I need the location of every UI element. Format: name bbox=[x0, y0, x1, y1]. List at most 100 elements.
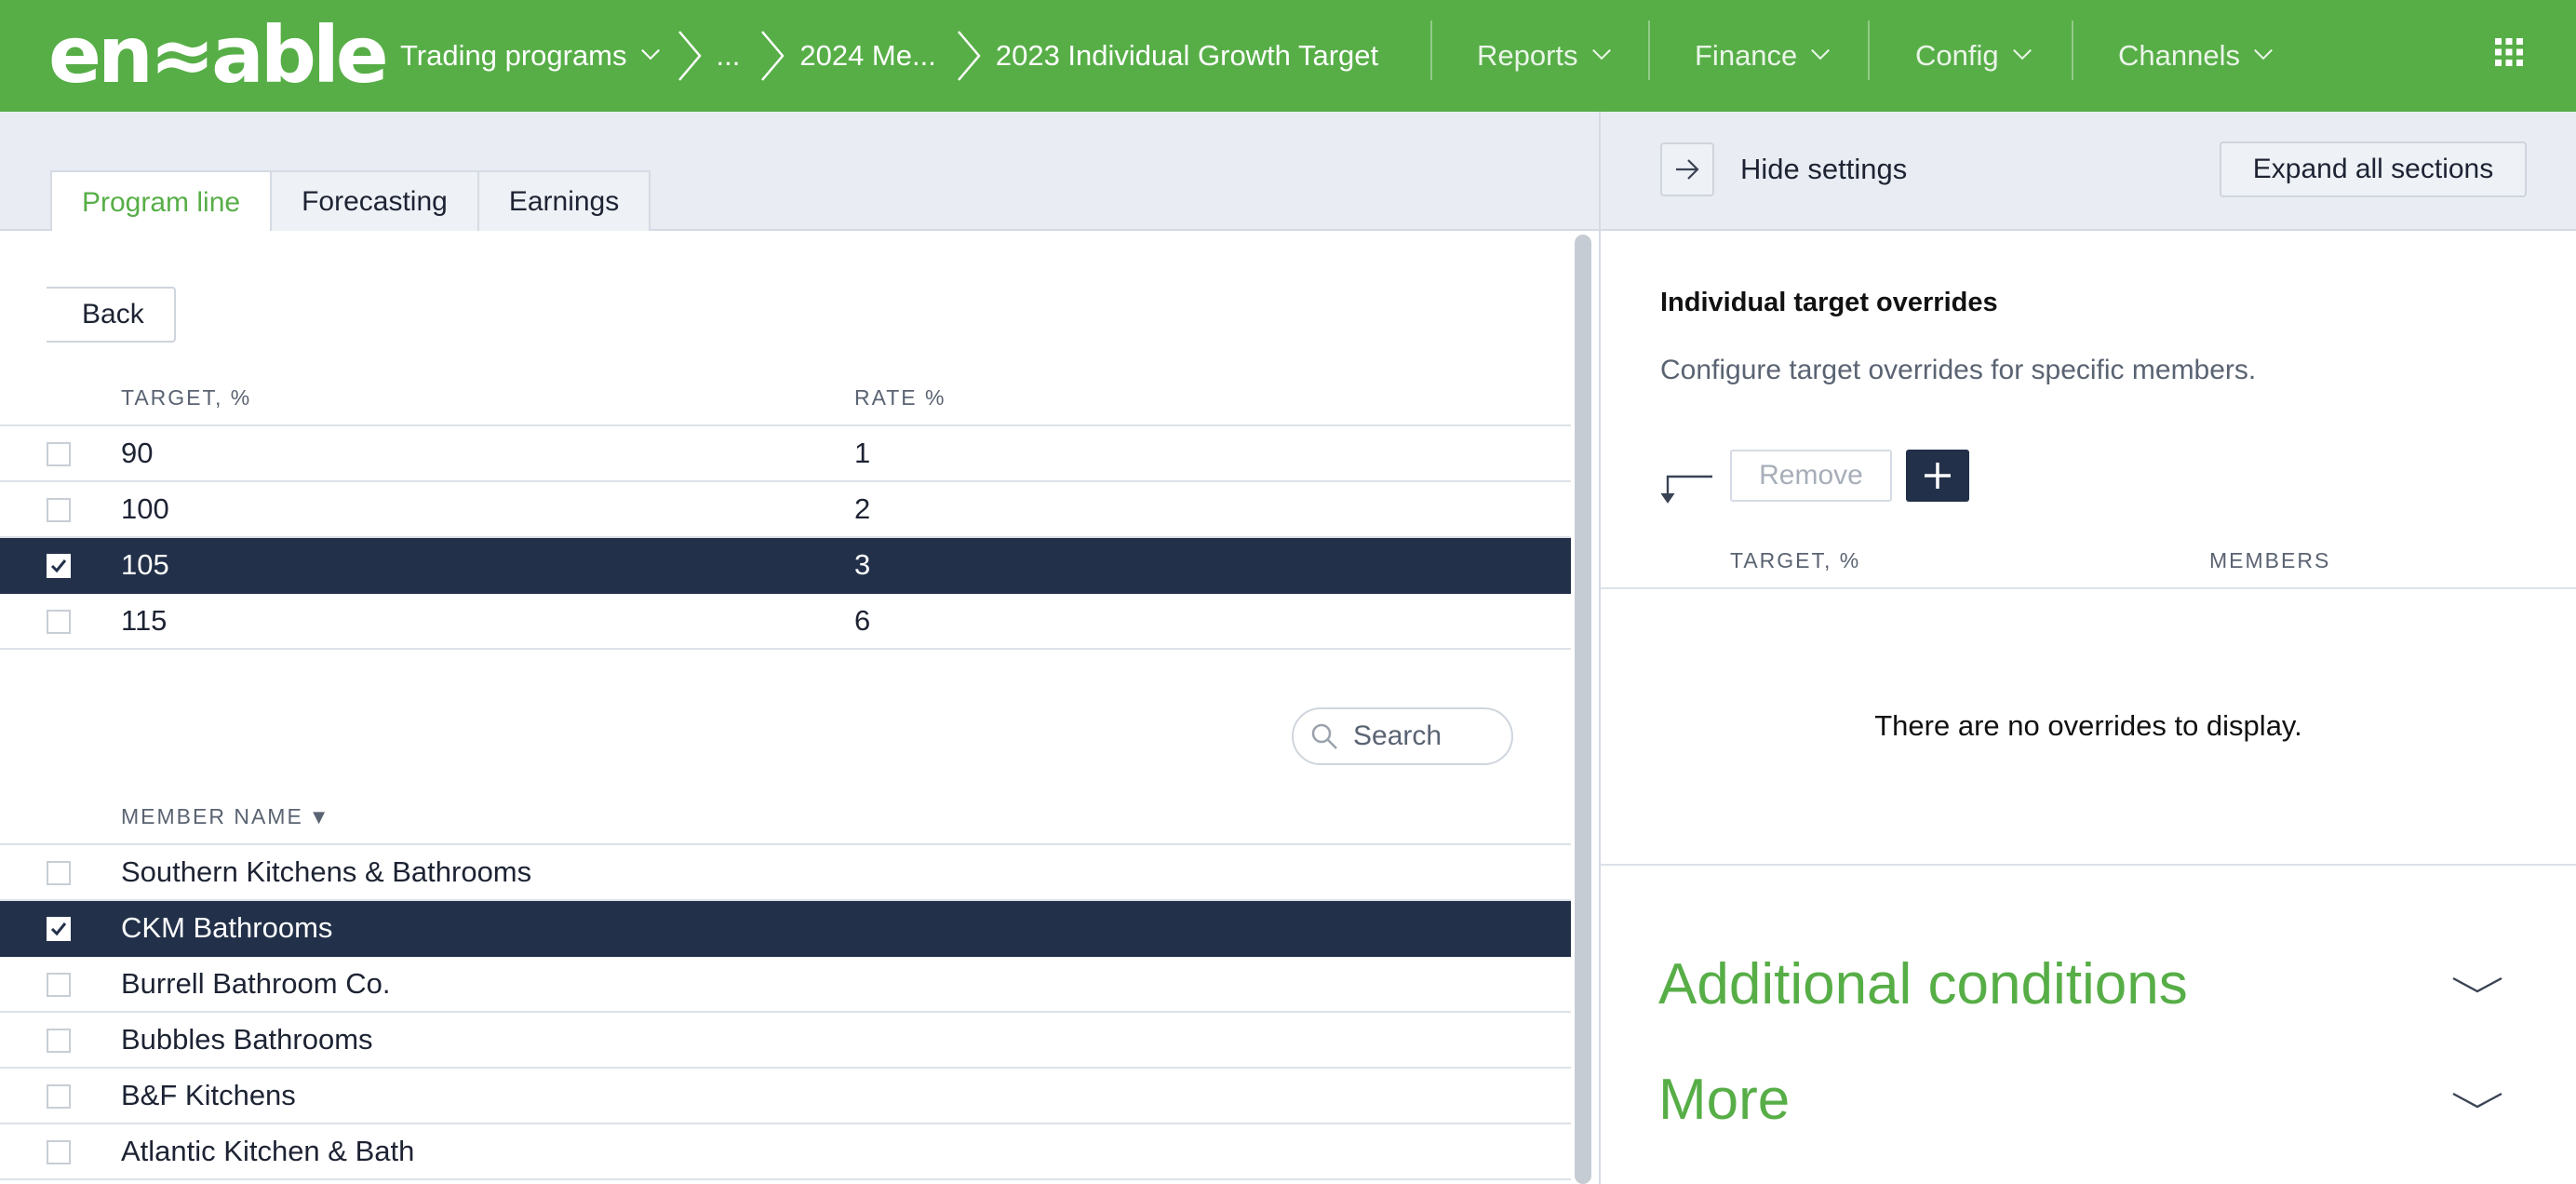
checkmark-icon bbox=[50, 559, 67, 573]
tab-earnings[interactable]: Earnings bbox=[478, 170, 651, 232]
column-header-rate[interactable]: RATE % bbox=[854, 385, 946, 410]
row-checkbox[interactable] bbox=[47, 861, 71, 885]
list-item[interactable]: Atlantic Kitchen & Bath bbox=[0, 1124, 1571, 1180]
overrides-header-members[interactable]: MEMBERS bbox=[2209, 548, 2330, 573]
table-row[interactable]: 100 2 bbox=[0, 482, 1571, 538]
chevron-down-icon bbox=[1591, 41, 1611, 61]
row-checkbox[interactable] bbox=[47, 1140, 71, 1164]
breadcrumb-parent[interactable]: 2024 Me... bbox=[799, 39, 935, 73]
search-input[interactable]: Search bbox=[1292, 707, 1513, 765]
breadcrumb: Trading programs ... 2024 Me... 2023 Ind… bbox=[400, 0, 1378, 112]
app-grid-icon[interactable] bbox=[2494, 37, 2524, 67]
back-button[interactable]: Back bbox=[47, 287, 176, 343]
row-checkbox[interactable] bbox=[47, 973, 71, 997]
hide-settings-button[interactable] bbox=[1660, 142, 1714, 196]
chevron-down-icon[interactable] bbox=[2451, 1090, 2503, 1110]
nav-finance-label: Finance bbox=[1695, 39, 1798, 72]
section-description: Configure target overrides for specific … bbox=[1660, 355, 2257, 385]
member-name: CKM Bathrooms bbox=[121, 911, 333, 944]
nav-divider bbox=[1648, 20, 1650, 80]
target-value: 100 bbox=[121, 492, 169, 525]
member-name: Bubbles Bathrooms bbox=[121, 1023, 373, 1056]
arrow-right-icon bbox=[1676, 159, 1699, 180]
section-title: Individual target overrides bbox=[1660, 288, 1998, 317]
tab-program-line[interactable]: Program line bbox=[50, 170, 273, 234]
more-heading[interactable]: More bbox=[1658, 1067, 1790, 1133]
row-checkbox[interactable] bbox=[47, 1029, 71, 1053]
tab-forecasting[interactable]: Forecasting bbox=[272, 170, 479, 232]
chevron-down-icon bbox=[2012, 41, 2032, 61]
row-checkbox[interactable] bbox=[47, 442, 71, 466]
breadcrumb-trading-programs-label: Trading programs bbox=[400, 39, 627, 72]
breadcrumb-separator-icon bbox=[674, 30, 705, 82]
tab-bar: Program line Forecasting Earnings bbox=[50, 170, 651, 234]
section-divider bbox=[1601, 864, 2576, 866]
breadcrumb-parent-label: 2024 Me... bbox=[799, 39, 936, 72]
list-item[interactable]: Burrell Bathroom Co. bbox=[0, 957, 1571, 1013]
member-name: B&F Kitchens bbox=[121, 1079, 296, 1111]
list-item-selected[interactable]: CKM Bathrooms bbox=[0, 901, 1571, 957]
breadcrumb-separator-icon bbox=[757, 30, 788, 82]
search-placeholder: Search bbox=[1353, 720, 1442, 751]
member-name: Atlantic Kitchen & Bath bbox=[121, 1135, 415, 1167]
overrides-header-target[interactable]: TARGET, % bbox=[1730, 548, 1860, 573]
column-header-member-name-label: MEMBER NAME bbox=[121, 804, 303, 828]
nav-config[interactable]: Config bbox=[1915, 0, 2032, 112]
hide-settings-label[interactable]: Hide settings bbox=[1740, 153, 1907, 186]
empty-overrides-message: There are no overrides to display. bbox=[1874, 709, 2302, 742]
column-header-target[interactable]: TARGET, % bbox=[121, 385, 251, 410]
nav-reports-label: Reports bbox=[1477, 39, 1578, 72]
breadcrumb-current[interactable]: 2023 Individual Growth Target bbox=[996, 39, 1378, 73]
overrides-header-divider bbox=[1601, 587, 2576, 589]
sort-descending-icon: ▼ bbox=[308, 805, 331, 828]
chevron-down-icon bbox=[640, 41, 660, 61]
row-checkbox-checked[interactable] bbox=[47, 917, 71, 941]
target-value: 105 bbox=[121, 548, 169, 581]
top-navigation-bar: en≈able Trading programs ... 2024 Me... … bbox=[0, 0, 2576, 112]
back-button-label: Back bbox=[82, 299, 144, 330]
table-row[interactable]: 90 1 bbox=[0, 426, 1571, 482]
nav-reports[interactable]: Reports bbox=[1477, 0, 1611, 112]
member-name: Southern Kitchens & Bathrooms bbox=[121, 855, 532, 888]
column-header-member-name[interactable]: MEMBER NAME ▼ bbox=[121, 804, 331, 829]
checkmark-icon bbox=[50, 922, 67, 936]
nav-divider bbox=[1430, 20, 1432, 80]
plus-icon bbox=[1925, 463, 1951, 489]
nav-finance[interactable]: Finance bbox=[1695, 0, 1831, 112]
member-name: Burrell Bathroom Co. bbox=[121, 967, 391, 1000]
list-item[interactable]: Southern Kitchens & Bathrooms bbox=[0, 845, 1571, 901]
enable-logo[interactable]: en≈able bbox=[48, 13, 389, 97]
breadcrumb-separator-icon bbox=[953, 30, 985, 82]
breadcrumb-ellipsis[interactable]: ... bbox=[717, 39, 741, 73]
expand-all-sections-button[interactable]: Expand all sections bbox=[2220, 141, 2527, 197]
rate-value: 6 bbox=[854, 604, 871, 637]
nav-channels-label: Channels bbox=[2118, 39, 2240, 72]
remove-button[interactable]: Remove bbox=[1730, 450, 1892, 502]
row-checkbox[interactable] bbox=[47, 1084, 71, 1109]
breadcrumb-current-label: 2023 Individual Growth Target bbox=[995, 39, 1379, 72]
row-checkbox-checked[interactable] bbox=[47, 554, 71, 578]
chevron-down-icon[interactable] bbox=[2451, 975, 2503, 995]
breadcrumb-ellipsis-label: ... bbox=[716, 39, 741, 72]
table-row[interactable]: 115 6 bbox=[0, 594, 1571, 650]
add-override-button[interactable] bbox=[1906, 450, 1969, 502]
chevron-down-icon bbox=[1811, 41, 1831, 61]
remove-button-label: Remove bbox=[1759, 460, 1863, 491]
table-row-selected[interactable]: 105 3 bbox=[0, 538, 1571, 594]
search-icon bbox=[1311, 723, 1337, 749]
additional-conditions-heading[interactable]: Additional conditions bbox=[1658, 951, 2188, 1017]
row-checkbox[interactable] bbox=[47, 498, 71, 522]
rate-value: 1 bbox=[854, 437, 871, 469]
breadcrumb-trading-programs[interactable]: Trading programs bbox=[400, 39, 660, 73]
rate-value: 3 bbox=[854, 548, 871, 581]
target-value: 90 bbox=[121, 437, 154, 469]
rate-value: 2 bbox=[854, 492, 871, 525]
nav-channels[interactable]: Channels bbox=[2118, 0, 2273, 112]
list-item[interactable]: B&F Kitchens bbox=[0, 1069, 1571, 1124]
vertical-scrollbar[interactable] bbox=[1575, 235, 1591, 1184]
pane-divider bbox=[1599, 112, 1601, 1184]
row-checkbox[interactable] bbox=[47, 610, 71, 634]
chevron-down-icon bbox=[2254, 41, 2273, 61]
target-value: 115 bbox=[121, 604, 168, 637]
list-item[interactable]: Bubbles Bathrooms bbox=[0, 1013, 1571, 1069]
